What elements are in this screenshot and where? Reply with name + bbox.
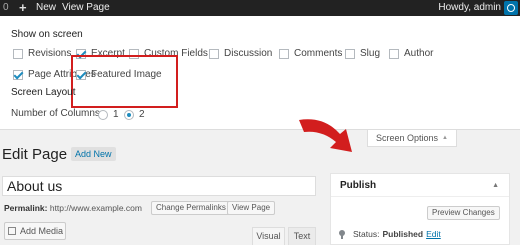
tab-text[interactable]: Text	[288, 227, 316, 245]
checkbox-box[interactable]	[345, 48, 355, 59]
columns-radio-2[interactable]: 2	[124, 109, 145, 120]
permalink-label: Permalink:	[4, 203, 48, 213]
checkbox-box[interactable]	[389, 48, 399, 59]
checkbox-slug[interactable]: Slug	[345, 48, 380, 59]
admin-bar-view-page-link[interactable]: View Page	[62, 2, 110, 13]
checkbox-label: Discussion	[224, 48, 273, 59]
columns-label: Number of Columns:	[11, 108, 103, 119]
checkbox-label: Revisions	[28, 48, 72, 59]
checkbox-discussion[interactable]: Discussion	[209, 48, 272, 59]
admin-bar-greeting[interactable]: Howdy, admin	[438, 2, 501, 13]
admin-bar-counter[interactable]: 0	[3, 2, 9, 13]
pin-icon	[339, 230, 345, 239]
checkbox-box[interactable]	[209, 48, 219, 59]
permalink-row: Permalink: http://www.example.com	[4, 203, 142, 213]
post-title-input[interactable]: About us	[2, 176, 316, 196]
publish-title: Publish	[340, 180, 377, 191]
add-new-button[interactable]: Add New	[71, 147, 116, 161]
status-label: Status:	[353, 229, 380, 239]
checkbox-box[interactable]	[13, 69, 23, 80]
checkbox-comments[interactable]: Comments	[279, 48, 342, 59]
radio-button[interactable]	[124, 109, 134, 120]
checkbox-box[interactable]	[279, 48, 289, 59]
publish-status: Status: Published Edit	[339, 229, 441, 239]
checkbox-author[interactable]: Author	[389, 48, 433, 59]
status-edit-link[interactable]: Edit	[426, 229, 441, 239]
plus-icon[interactable]: +	[19, 0, 27, 16]
add-media-button[interactable]: Add Media	[4, 222, 66, 240]
caret-up-icon[interactable]: ▲	[492, 182, 499, 189]
tab-visual[interactable]: Visual	[252, 227, 285, 245]
change-permalinks-button[interactable]: Change Permalinks	[151, 201, 231, 215]
view-page-button[interactable]: View Page	[227, 201, 276, 215]
page-title: Edit Page	[2, 146, 68, 163]
preview-changes-button[interactable]: Preview Changes	[427, 206, 500, 220]
screen-options-panel: Show on screen Revisions Excerpt Custom …	[0, 16, 520, 130]
radio-label: 1	[113, 109, 119, 120]
screen-options-tab[interactable]: Screen Options ▲	[367, 130, 457, 147]
checkbox-label: Comments	[294, 48, 343, 59]
radio-button[interactable]	[98, 109, 108, 120]
checkbox-label: Author	[404, 48, 434, 59]
permalink-url[interactable]: http://www.example.com	[50, 203, 142, 213]
add-media-label: Add Media	[20, 226, 64, 236]
status-value: Published	[382, 229, 424, 239]
red-arrow-icon	[299, 119, 352, 152]
publish-box: Publish ▲ Preview Changes Status: Publis…	[330, 173, 510, 245]
checkbox-box[interactable]	[13, 48, 23, 59]
screen-layout-heading: Screen Layout	[11, 87, 76, 98]
screen-options-tab-label: Screen Options	[376, 133, 439, 143]
columns-radio-1[interactable]: 1	[98, 109, 119, 120]
admin-bar-new-link[interactable]: New	[36, 2, 56, 13]
media-icon	[8, 227, 16, 235]
avatar[interactable]	[504, 1, 518, 15]
admin-bar: 0 + New View Page Howdy, admin	[0, 0, 520, 16]
show-on-screen-heading: Show on screen	[11, 29, 83, 40]
highlight-box	[71, 55, 178, 108]
divider	[331, 196, 509, 197]
checkbox-label: Slug	[360, 48, 381, 59]
radio-label: 2	[139, 109, 145, 120]
checkbox-revisions[interactable]: Revisions	[13, 48, 71, 59]
caret-up-icon: ▲	[442, 135, 448, 141]
